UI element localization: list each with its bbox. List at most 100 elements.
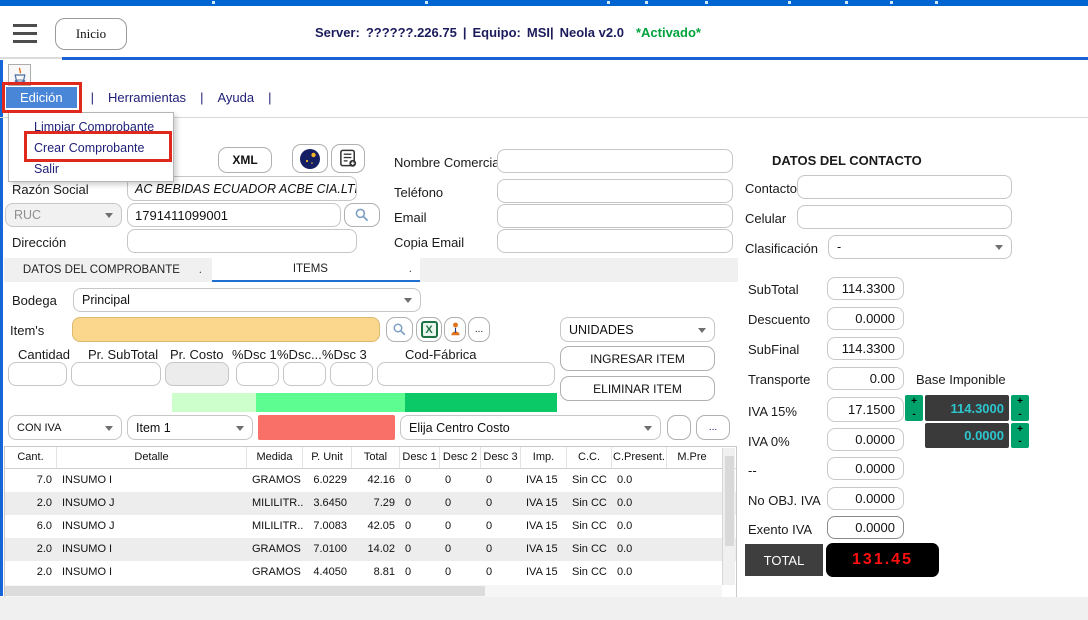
contacto-field[interactable] xyxy=(797,175,1012,199)
table-cell: 0 xyxy=(440,469,481,492)
menu-item-salir[interactable]: Salir xyxy=(9,159,173,180)
minus-icon[interactable]: - xyxy=(1018,410,1021,419)
table-row[interactable]: 2.0INSUMO IGRAMOS4.40508.81000IVA 15Sin … xyxy=(5,561,736,584)
menu-item-crear-comprobante[interactable]: Crear Comprobante xyxy=(9,138,173,159)
xml-button[interactable]: XML xyxy=(218,147,272,173)
horizontal-scrollbar[interactable] xyxy=(5,585,722,597)
column-header[interactable]: Cant. xyxy=(5,447,57,468)
celular-field[interactable] xyxy=(797,205,1012,229)
cod-fabrica-field[interactable] xyxy=(377,362,555,386)
blank-button[interactable] xyxy=(667,415,691,440)
chevron-down-icon xyxy=(236,426,244,431)
direccion-field[interactable] xyxy=(127,229,357,253)
hamburger-menu-icon[interactable] xyxy=(13,24,37,43)
ruc-type-select[interactable]: RUC xyxy=(5,203,122,227)
table-cell: 0 xyxy=(400,561,440,584)
menu-edicion[interactable]: Edición xyxy=(6,87,77,108)
transporte-field[interactable]: 0.00 xyxy=(827,367,904,390)
telefono-field[interactable] xyxy=(497,179,733,203)
unidades-select[interactable]: UNIDADES xyxy=(560,317,715,342)
exento-iva-field[interactable]: 0.0000 xyxy=(827,516,904,539)
item-search-button[interactable] xyxy=(386,317,413,342)
dsc3-field[interactable] xyxy=(330,362,373,386)
column-header[interactable]: Desc 1 xyxy=(400,447,440,468)
java-coffee-icon xyxy=(12,67,28,83)
tab-datos-del-comprobante[interactable]: DATOS DEL COMPROBANTE . xyxy=(4,258,210,282)
item-more-button[interactable]: ... xyxy=(468,317,490,342)
new-document-button[interactable] xyxy=(331,144,365,173)
tab-items[interactable]: ITEMS . xyxy=(212,258,420,282)
cantidad-field[interactable] xyxy=(8,362,67,386)
iva15-base-stepper-right[interactable]: + - xyxy=(1011,395,1029,421)
clasificacion-select[interactable]: - xyxy=(828,235,1012,259)
scrollbar-thumb[interactable] xyxy=(725,456,734,546)
email-field[interactable] xyxy=(497,204,733,228)
scrollbar-thumb[interactable] xyxy=(5,586,485,596)
pr-subtotal-label: Pr. SubTotal xyxy=(88,347,158,362)
person-lookup-button[interactable] xyxy=(444,317,466,342)
moon-globe-icon xyxy=(299,148,321,170)
plus-icon[interactable]: + xyxy=(911,397,917,406)
titlebar-mark xyxy=(212,1,215,4)
total-value-display: 131.45 xyxy=(826,543,939,577)
descuento-field[interactable]: 0.0000 xyxy=(827,307,904,330)
table-cell: 0.0 xyxy=(612,538,667,561)
pr-subtotal-field[interactable] xyxy=(71,362,161,386)
cod-fabrica-label: Cod-Fábrica xyxy=(405,347,477,362)
table-cell: IVA 15 xyxy=(521,515,567,538)
table-cell: 0 xyxy=(481,492,521,515)
dsc1-field[interactable] xyxy=(236,362,279,386)
minus-icon[interactable]: - xyxy=(912,410,915,419)
column-header[interactable]: M.Pre xyxy=(667,447,717,468)
plus-icon[interactable]: + xyxy=(1017,397,1023,406)
menu-item-limpiar-comprobante[interactable]: Limpiar Comprobante xyxy=(9,117,173,138)
separator: | xyxy=(463,25,467,40)
nombre-comercial-field[interactable] xyxy=(497,149,733,173)
column-header[interactable]: Total xyxy=(352,447,400,468)
search-client-button[interactable] xyxy=(344,203,380,227)
centro-costo-more-button[interactable]: ... xyxy=(696,415,730,440)
column-header[interactable]: Desc 2 xyxy=(440,447,481,468)
centro-costo-select[interactable]: Elija Centro Costo xyxy=(400,415,661,440)
menu-ayuda[interactable]: Ayuda xyxy=(217,90,254,105)
column-header[interactable]: C.Present. xyxy=(612,447,667,468)
copia-email-field[interactable] xyxy=(497,229,733,253)
titlebar-mark xyxy=(705,1,708,4)
con-iva-value: CON IVA xyxy=(17,422,61,434)
server-status-line: Server: ??????.226.75 | Equipo: MSI| Neo… xyxy=(315,25,701,40)
java-app-button[interactable] xyxy=(8,64,31,86)
minus-icon[interactable]: - xyxy=(1018,437,1021,446)
dsc2-field[interactable] xyxy=(283,362,326,386)
ruc-number-field[interactable]: 1791411099001 xyxy=(127,203,341,227)
table-row[interactable]: 6.0INSUMO JMILILITR...7.008342.05000IVA … xyxy=(5,515,736,538)
iva15-base-stepper-left[interactable]: + - xyxy=(905,395,923,421)
eliminar-item-button[interactable]: ELIMINAR ITEM xyxy=(560,376,715,401)
iva0-base-stepper[interactable]: + - xyxy=(1011,423,1029,448)
item-number-select[interactable]: Item 1 xyxy=(127,415,253,440)
column-header[interactable]: C.C. xyxy=(567,447,612,468)
iva15-label: IVA 15% xyxy=(748,404,797,419)
plus-icon[interactable]: + xyxy=(1017,425,1023,434)
ingresar-item-button[interactable]: INGRESAR ITEM xyxy=(560,346,715,371)
vertical-scrollbar[interactable] xyxy=(722,448,735,585)
table-row[interactable]: 2.0INSUMO JMILILITR...3.64507.29000IVA 1… xyxy=(5,492,736,515)
item-search-field[interactable] xyxy=(72,317,380,342)
unidades-value: UNIDADES xyxy=(569,323,634,337)
telefono-label: Teléfono xyxy=(394,185,443,200)
column-header[interactable]: Detalle xyxy=(57,447,247,468)
column-header[interactable]: Desc 3 xyxy=(481,447,521,468)
menu-separator: | xyxy=(200,90,203,105)
column-header[interactable]: Imp. xyxy=(521,447,567,468)
table-cell: 7.0100 xyxy=(303,538,352,561)
bodega-select[interactable]: Principal xyxy=(73,288,421,312)
inicio-button[interactable]: Inicio xyxy=(55,18,127,50)
night-mode-button[interactable] xyxy=(292,144,328,173)
column-header[interactable]: Medida xyxy=(247,447,303,468)
con-iva-select[interactable]: CON IVA xyxy=(8,415,122,440)
excel-export-button[interactable]: X xyxy=(416,317,442,342)
table-row[interactable]: 2.0INSUMO IGRAMOS7.010014.02000IVA 15Sin… xyxy=(5,538,736,561)
table-row[interactable]: 7.0INSUMO IGRAMOS6.022942.16000IVA 15Sin… xyxy=(5,469,736,492)
menu-herramientas[interactable]: Herramientas xyxy=(108,90,186,105)
iva0-field: 0.0000 xyxy=(827,428,904,451)
column-header[interactable]: P. Unit xyxy=(303,447,352,468)
